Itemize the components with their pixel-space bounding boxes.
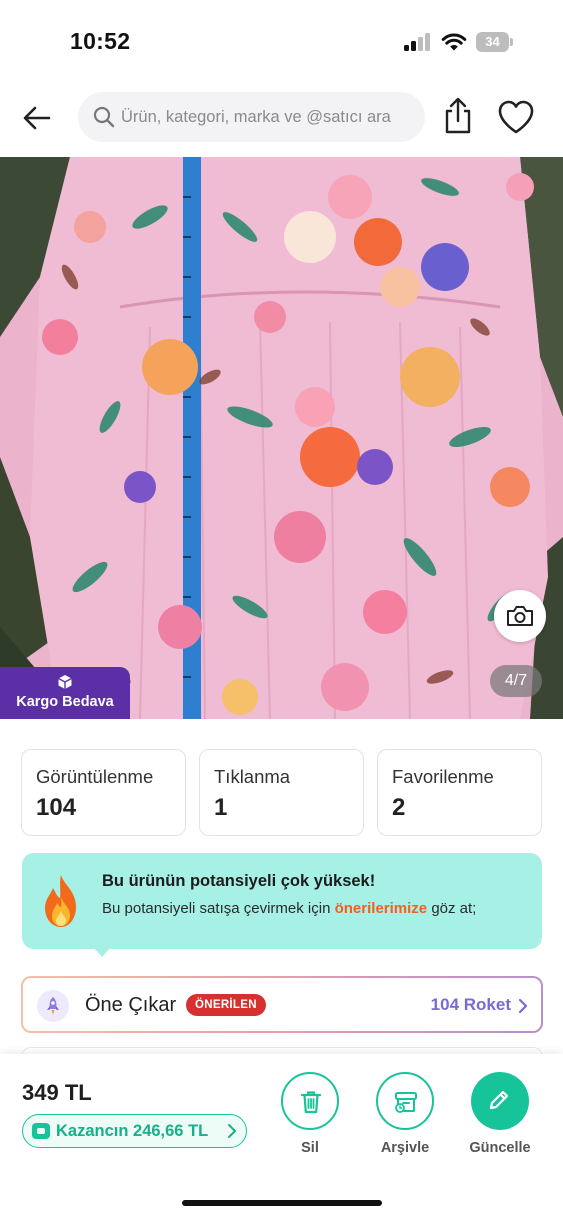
product-price: 349 TL xyxy=(22,1080,92,1105)
chevron-right-icon xyxy=(518,998,528,1014)
stat-value: 104 xyxy=(36,794,77,821)
recommended-badge: ÖNERİLEN xyxy=(186,994,266,1016)
banner-pointer xyxy=(92,946,112,957)
wifi-icon xyxy=(441,33,467,51)
stat-value: 1 xyxy=(214,794,228,821)
rocket-icon xyxy=(37,990,69,1022)
signal-icon xyxy=(404,33,432,51)
battery-icon: 34 xyxy=(476,32,513,52)
stat-label: Görüntülenme xyxy=(36,766,154,787)
archive-icon xyxy=(395,1092,417,1113)
share-icon[interactable] xyxy=(440,96,476,136)
stat-value: 2 xyxy=(392,794,406,821)
search-input[interactable] xyxy=(121,92,421,142)
highlight-label: Öne Çıkar xyxy=(85,994,177,1016)
stat-favorites-card: Favorilenme 2 xyxy=(377,749,542,836)
image-counter: 4/7 xyxy=(490,665,542,697)
search-icon xyxy=(93,106,115,128)
cargo-label: Kargo Bedava xyxy=(16,694,114,710)
chevron-right-icon xyxy=(228,1124,236,1138)
wallet-icon xyxy=(32,1123,50,1139)
suggestions-link[interactable]: önerilerimize xyxy=(335,900,428,917)
battery-level: 34 xyxy=(476,32,509,52)
highlight-row[interactable]: Öne Çıkar ÖNERİLEN 104 Roket xyxy=(21,976,543,1033)
heart-icon[interactable] xyxy=(496,98,536,136)
camera-button[interactable] xyxy=(494,590,546,642)
pencil-icon xyxy=(489,1090,509,1110)
banner-text: Bu potansiyeli satışa çevirmek için öner… xyxy=(102,899,522,918)
stat-views-card: Görüntülenme 104 xyxy=(21,749,186,836)
earning-pill[interactable]: Kazancın 246,66 TL xyxy=(22,1114,247,1148)
status-time: 10:52 xyxy=(70,28,131,54)
trash-icon xyxy=(300,1091,322,1114)
earning-text: Kazancın 246,66 TL xyxy=(56,1122,209,1140)
arrow-left-icon[interactable] xyxy=(18,100,58,136)
banner-text-before: Bu potansiyeli satışa çevirmek için xyxy=(102,900,335,917)
potential-banner: Bu ürünün potansiyeli çok yüksek! Bu pot… xyxy=(22,853,542,949)
update-label: Güncelle xyxy=(469,1140,531,1156)
stat-label: Favorilenme xyxy=(392,766,494,787)
archive-label: Arşivle xyxy=(380,1140,430,1156)
status-bar: 10:52 34 xyxy=(0,0,563,80)
banner-text-after: göz at; xyxy=(427,900,477,917)
stat-clicks-card: Tıklanma 1 xyxy=(199,749,364,836)
banner-title: Bu ürünün potansiyeli çok yüksek! xyxy=(102,872,376,890)
free-cargo-badge: Kargo Bedava xyxy=(0,667,130,719)
product-photo[interactable] xyxy=(0,157,563,719)
delete-label: Sil xyxy=(301,1140,319,1156)
camera-icon xyxy=(507,606,533,626)
rocket-count: 104 Roket xyxy=(430,995,511,1014)
stat-label: Tıklanma xyxy=(214,766,291,787)
box-icon xyxy=(58,675,72,689)
floral-dress-image xyxy=(0,157,563,719)
bottom-action-bar: 349 TL Kazancın 246,66 TL Sil Arşivle Gü… xyxy=(0,1054,563,1219)
home-indicator[interactable] xyxy=(182,1200,382,1206)
fire-icon xyxy=(45,875,76,927)
header xyxy=(0,90,563,146)
search-box[interactable] xyxy=(78,92,425,142)
